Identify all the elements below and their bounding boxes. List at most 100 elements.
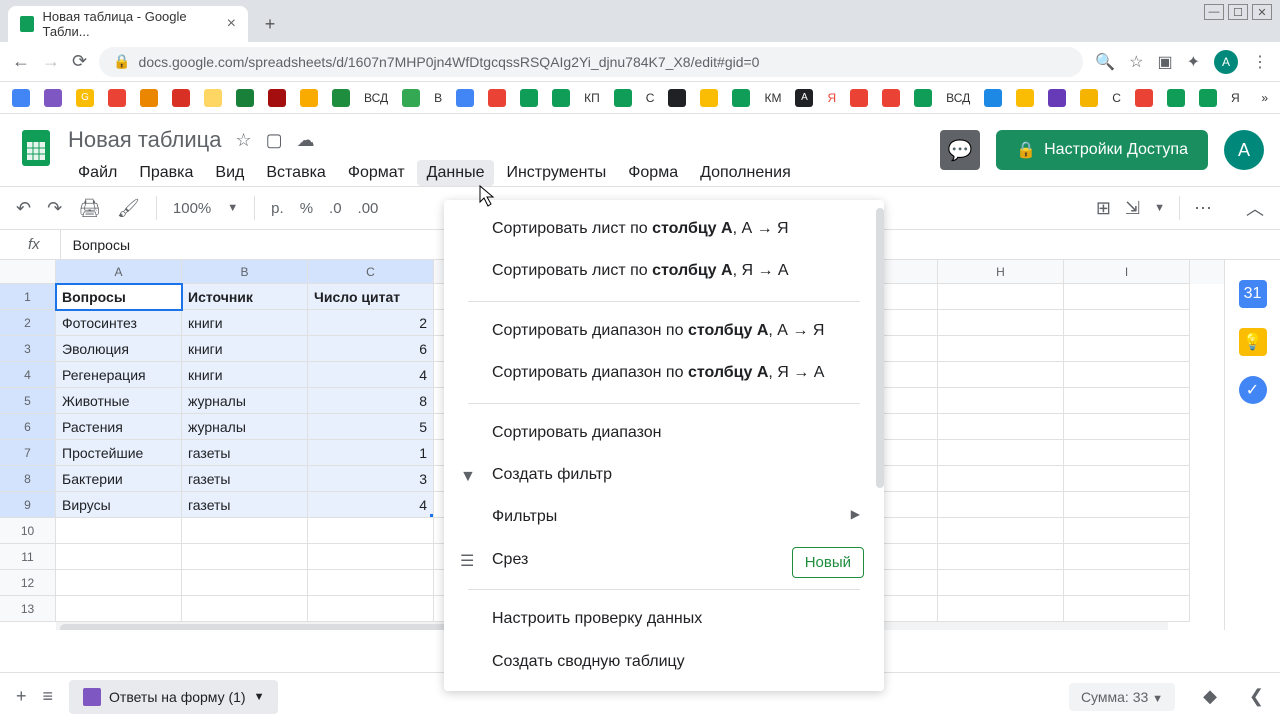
row-header[interactable]: 6	[0, 414, 56, 440]
cell[interactable]: 1	[308, 440, 434, 466]
cloud-status-icon[interactable]: ☁	[297, 130, 315, 151]
cell[interactable]	[1064, 492, 1190, 518]
forward-button[interactable]: →	[42, 51, 60, 72]
sum-indicator[interactable]: Сумма: 33 ▼	[1069, 683, 1175, 711]
bookmark-icon[interactable]	[1135, 89, 1153, 107]
cell[interactable]	[938, 570, 1064, 596]
cell[interactable]: Бактерии	[56, 466, 182, 492]
cell[interactable]	[1064, 518, 1190, 544]
bookmark-icon[interactable]	[140, 89, 158, 107]
calendar-icon[interactable]: 31	[1239, 280, 1267, 308]
move-doc-icon[interactable]: ▢	[266, 130, 283, 151]
bookmark-icon[interactable]	[402, 89, 420, 107]
cell[interactable]: 8	[308, 388, 434, 414]
bookmark-text[interactable]: КМ	[764, 91, 781, 105]
cell[interactable]: 2	[308, 310, 434, 336]
cell[interactable]	[938, 414, 1064, 440]
bookmark-text[interactable]: Я	[1231, 91, 1240, 105]
menu-инструменты[interactable]: Инструменты	[496, 160, 616, 186]
sort-range-asc[interactable]: Сортировать диапазон по столбцу A, А → Я	[444, 310, 884, 352]
cell[interactable]: журналы	[182, 414, 308, 440]
row-header[interactable]: 1	[0, 284, 56, 310]
decrease-decimal-button[interactable]: .0	[329, 200, 342, 217]
cell[interactable]: книги	[182, 336, 308, 362]
bookmark-text[interactable]: КП	[584, 91, 600, 105]
cell[interactable]	[56, 544, 182, 570]
slicer[interactable]: ☰ Срез Новый	[444, 539, 884, 581]
row-header[interactable]: 12	[0, 570, 56, 596]
cell[interactable]	[56, 570, 182, 596]
menu-вид[interactable]: Вид	[205, 160, 254, 186]
bookmark-icon[interactable]	[332, 89, 350, 107]
cell[interactable]: 5	[308, 414, 434, 440]
bookmark-text[interactable]: C	[1112, 91, 1121, 105]
cell[interactable]: Растения	[56, 414, 182, 440]
borders-button[interactable]: ⊞	[1096, 198, 1111, 219]
menu-правка[interactable]: Правка	[129, 160, 203, 186]
cell[interactable]	[308, 570, 434, 596]
cast-icon[interactable]: ▣	[1157, 52, 1172, 72]
sheet-tab[interactable]: Ответы на форму (1) ▼	[69, 680, 278, 714]
side-panel-toggle[interactable]: ❮	[1249, 686, 1264, 707]
cell[interactable]	[1064, 388, 1190, 414]
cell[interactable]	[938, 284, 1064, 310]
create-filter[interactable]: ▼ Создать фильтр	[444, 454, 884, 496]
keep-icon[interactable]: 💡	[1239, 328, 1267, 356]
menu-форма[interactable]: Форма	[618, 160, 688, 186]
bookmark-text[interactable]: ВСД	[946, 91, 970, 105]
cell[interactable]: Регенерация	[56, 362, 182, 388]
paint-format-button[interactable]: 🖌	[117, 198, 140, 219]
collapse-toolbar-button[interactable]: ︿	[1246, 195, 1264, 221]
tasks-icon[interactable]: ✓	[1239, 376, 1267, 404]
cell[interactable]	[56, 518, 182, 544]
bookmark-icon[interactable]	[268, 89, 286, 107]
bookmark-text[interactable]: С	[646, 91, 655, 105]
back-button[interactable]: ←	[12, 51, 30, 72]
bookmark-icon[interactable]	[204, 89, 222, 107]
tab-close-icon[interactable]: ×	[227, 15, 236, 33]
row-header[interactable]: 5	[0, 388, 56, 414]
cell[interactable]	[938, 336, 1064, 362]
bookmark-icon[interactable]	[700, 89, 718, 107]
cell[interactable]: 3	[308, 466, 434, 492]
cell[interactable]: Животные	[56, 388, 182, 414]
percent-button[interactable]: %	[300, 200, 313, 217]
row-header[interactable]: 9	[0, 492, 56, 518]
reload-button[interactable]: ⟳	[72, 51, 87, 72]
bookmark-icon[interactable]	[732, 89, 750, 107]
bookmark-text[interactable]: В	[434, 91, 442, 105]
bookmark-icon[interactable]	[236, 89, 254, 107]
bookmark-icon[interactable]	[456, 89, 474, 107]
bookmark-icon[interactable]	[12, 89, 30, 107]
cell[interactable]: Простейшие	[56, 440, 182, 466]
cell[interactable]	[938, 596, 1064, 622]
row-header[interactable]: 13	[0, 596, 56, 622]
cell[interactable]	[182, 544, 308, 570]
cell[interactable]	[938, 466, 1064, 492]
row-header[interactable]: 8	[0, 466, 56, 492]
cell[interactable]	[938, 518, 1064, 544]
menu-файл[interactable]: Файл	[68, 160, 127, 186]
column-header[interactable]: B	[182, 260, 308, 284]
column-header[interactable]: A	[56, 260, 182, 284]
all-sheets-button[interactable]: ≡	[43, 686, 54, 707]
cell[interactable]	[182, 518, 308, 544]
url-input[interactable]: 🔒 docs.google.com/spreadsheets/d/1607n7M…	[99, 47, 1083, 77]
bookmark-text[interactable]: Я	[827, 91, 836, 105]
filters-submenu[interactable]: Фильтры ▶	[444, 496, 884, 538]
bookmark-icon[interactable]	[44, 89, 62, 107]
browser-tab[interactable]: Новая таблица - Google Табли... ×	[8, 6, 248, 42]
bookmark-icon[interactable]	[108, 89, 126, 107]
cell[interactable]	[1064, 362, 1190, 388]
cell[interactable]	[938, 388, 1064, 414]
account-avatar[interactable]: А	[1224, 130, 1264, 170]
cell[interactable]	[938, 544, 1064, 570]
cell[interactable]	[1064, 544, 1190, 570]
bookmark-icon[interactable]	[1167, 89, 1185, 107]
comments-button[interactable]: 💬	[940, 130, 980, 170]
cell[interactable]: 4	[308, 492, 434, 518]
cell[interactable]	[1064, 284, 1190, 310]
increase-decimal-button[interactable]: .00	[358, 200, 379, 217]
menu-формат[interactable]: Формат	[338, 160, 415, 186]
bookmark-icon[interactable]	[1080, 89, 1098, 107]
